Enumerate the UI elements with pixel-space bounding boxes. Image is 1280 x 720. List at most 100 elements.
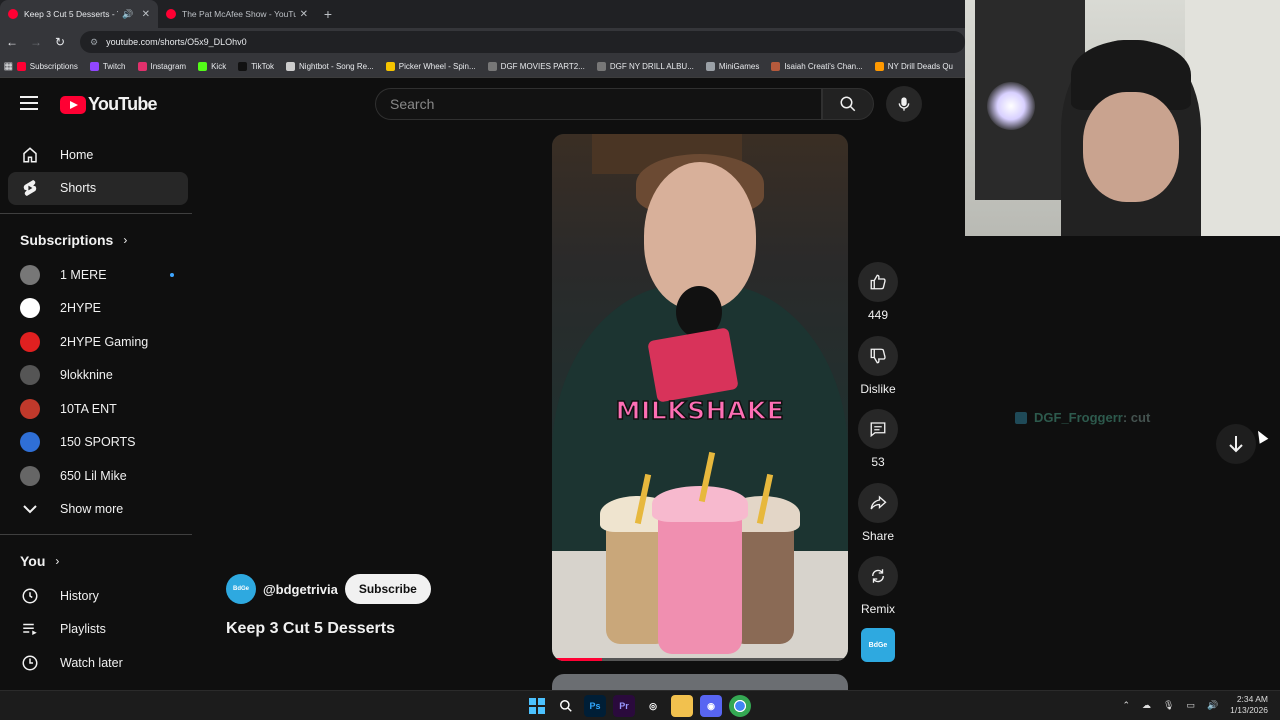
subscriptions-heading[interactable]: Subscriptions › [0,222,200,258]
short-video-player[interactable]: MILKSHAKE [552,134,848,661]
obs-icon[interactable]: ◎ [642,695,664,717]
sidebar-item-label: 9lokknine [60,368,113,383]
comments-button[interactable] [858,409,898,449]
like-button[interactable] [858,262,898,302]
share-button[interactable] [858,482,898,523]
sidebar-item-label: 10TA ENT [60,401,117,416]
apps-grid-icon[interactable]: ▦ [0,61,17,72]
microphone-icon[interactable]: 🎙 [1163,700,1174,711]
video-progress-bar[interactable] [552,658,848,661]
bookmark-item[interactable]: Twitch [89,62,126,71]
dislike-button[interactable] [858,335,898,376]
chevron-up-icon[interactable]: ⌃ [1122,700,1130,711]
search-button[interactable] [822,88,874,120]
menu-icon[interactable] [20,96,38,114]
site-info-icon[interactable]: ⚙ [90,37,98,48]
cloud-icon[interactable]: ☁ [1142,700,1151,711]
discord-icon[interactable]: ◉ [700,695,722,717]
sidebar-item-label: 2HYPE [60,301,101,316]
bookmark-item[interactable]: Kick [198,62,226,71]
comments-action: 53 [858,409,898,483]
file-explorer-icon[interactable] [671,695,693,717]
sidebar-subscription-item[interactable]: 10TA ENT [8,392,188,426]
browser-tab[interactable]: The Pat McAfee Show - YouTub ✕ [158,0,316,28]
bookmark-item[interactable]: NY Drill Deads Qu [874,62,953,71]
chrome-icon[interactable] [729,695,751,717]
channel-avatar[interactable]: BdGe [226,574,256,604]
playlists-icon [20,619,40,639]
search-input[interactable]: Search [375,88,822,120]
chat-username: DGF_Froggerr [1034,410,1123,425]
photoshop-icon[interactable]: Ps [584,695,606,717]
close-tab-icon[interactable]: ✕ [300,9,308,20]
sidebar-subscription-item[interactable]: 9lokknine [8,359,188,393]
sidebar-item-playlists[interactable]: Playlists [8,613,188,647]
sidebar-item-shorts[interactable]: Shorts [8,171,188,205]
you-heading[interactable]: You › [0,543,200,579]
arrow-down-icon [1229,436,1243,453]
sidebar-item-history[interactable]: History [8,579,188,613]
channel-avatar [20,465,40,486]
subscribe-button[interactable]: Subscribe [344,574,431,604]
sidebar-subscription-item[interactable]: 2HYPE Gaming [8,325,188,359]
bookmark-item[interactable]: Isaiah Creati's Chan... [771,62,863,71]
progress-fill [552,658,603,661]
monitor-icon[interactable]: ▭ [1186,700,1195,711]
search-icon[interactable] [555,695,577,717]
bookmark-item[interactable]: DGF NY DRILL ALBU... [596,62,694,71]
voice-search-button[interactable] [886,86,922,122]
avatar [20,264,40,285]
clock[interactable]: 2:34 AM 1/13/2026 [1230,694,1268,716]
new-content-dot [170,272,174,277]
bookmark-label: Twitch [102,62,126,71]
chevron-right-icon: › [55,554,60,568]
next-short-button[interactable] [1216,424,1256,464]
chevron-down-icon [20,499,40,519]
browser-tab-strip: Keep 3 Cut 5 Desserts - Yo 🔊 ✕ The Pat M… [0,0,965,28]
browser-toolbar: ← → ↻ ⚙ youtube.com/shorts/O5x9_DLOhv0 [0,28,965,56]
channel-handle[interactable]: @bdgetrivia [263,582,338,597]
short-title[interactable]: Keep 3 Cut 5 Desserts [226,620,395,638]
speaker-icon[interactable]: 🔊 [122,9,133,20]
microphone-icon [898,97,910,111]
url-text: youtube.com/shorts/O5x9_DLOhv0 [106,37,247,47]
close-tab-icon[interactable]: ✕ [142,9,150,20]
address-bar[interactable]: ⚙ youtube.com/shorts/O5x9_DLOhv0 [80,31,965,53]
sidebar-item-home[interactable]: Home [8,138,188,172]
reload-icon[interactable]: ↻ [48,35,72,49]
bookmark-item[interactable]: DGF MOVIES PART2... [487,62,585,71]
shorts-icon [20,178,40,198]
sidebar-item-watch-later[interactable]: Watch later [8,646,188,680]
new-tab-button[interactable]: + [316,0,340,28]
chevron-right-icon: › [123,233,128,247]
bookmark-label: Kick [211,62,227,71]
browser-tab-active[interactable]: Keep 3 Cut 5 Desserts - Yo 🔊 ✕ [0,0,158,28]
forward-icon[interactable]: → [24,35,48,49]
bookmark-favicon-icon [238,62,248,71]
home-icon [20,145,40,165]
volume-icon[interactable]: 🔊 [1207,700,1218,711]
sidebar-subscription-item[interactable]: 650 Lil Mike [8,459,188,493]
show-more-button[interactable]: Show more [8,493,188,527]
sidebar-subscription-item[interactable]: 1 MERE [8,258,188,292]
channel-avatar [20,365,40,386]
channel-thumbnail-logo[interactable]: BdGe [861,628,895,662]
video-caption: MILKSHAKE [615,395,785,426]
sidebar-item-label: Playlists [60,622,106,637]
bookmark-favicon-icon [198,62,208,71]
youtube-logo[interactable]: YouTube [60,94,158,115]
bookmark-item[interactable]: MiniGames [705,62,759,71]
bookmark-item[interactable]: Instagram [137,62,187,71]
bookmark-item[interactable]: Picker Wheel - Spin... [385,62,476,71]
premiere-icon[interactable]: Pr [613,695,635,717]
remix-button[interactable] [858,556,898,596]
bookmark-item[interactable]: Subscriptions [16,62,78,71]
back-icon[interactable]: ← [0,35,24,49]
windows-start-icon[interactable] [526,695,548,717]
bookmark-label: Instagram [150,62,187,71]
bookmark-item[interactable]: Nightbot - Song Re... [286,62,374,71]
bookmark-item[interactable]: TikTok [238,62,274,71]
sidebar-subscription-item[interactable]: 2HYPE [8,292,188,326]
sidebar-subscription-item[interactable]: 150 SPORTS [8,426,188,460]
channel-avatar [20,264,40,285]
